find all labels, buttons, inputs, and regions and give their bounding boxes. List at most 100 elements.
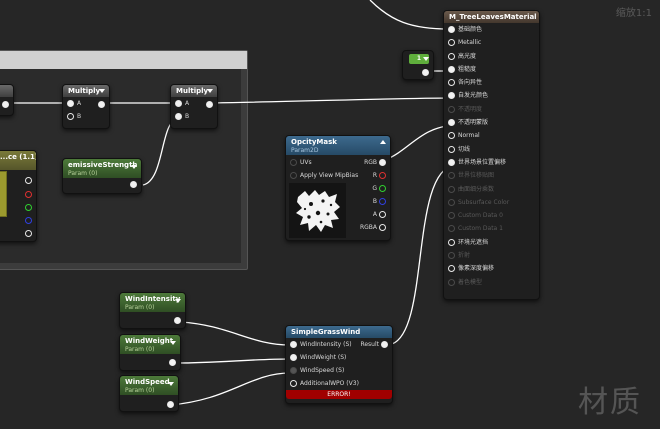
material-pin-row[interactable]: 像素深度偏移 [444, 262, 539, 275]
wind-weight-header[interactable]: WindWeight Param (0) [120, 335, 180, 354]
left-param-r-pin[interactable] [25, 191, 32, 198]
chevron-down-icon[interactable] [207, 89, 213, 93]
material-pin-row[interactable]: Custom Data 1 [444, 222, 539, 235]
wind-intensity-header[interactable]: WindIntensity Param (0) [120, 293, 185, 312]
material-input-pin[interactable] [448, 132, 455, 140]
opacity-mask-r-row[interactable]: R [340, 169, 390, 182]
multiply-node-1-out-pin[interactable] [98, 101, 105, 108]
wind-speed-out-pin[interactable] [167, 401, 174, 408]
chevron-down-icon[interactable] [423, 57, 429, 61]
opacity-mask-uvs-pin[interactable] [290, 159, 297, 166]
opacity-mask-node[interactable]: OpcityMask Param2D UVs Apply View MipBia… [285, 135, 391, 241]
emissive-strength-out-pin[interactable] [130, 181, 137, 188]
material-input-pin[interactable] [448, 92, 455, 100]
chevron-down-icon[interactable] [99, 89, 105, 93]
emissive-strength-node[interactable]: emissiveStrength Param (0) [62, 158, 142, 194]
material-pin-row[interactable]: 环境光遮挡 [444, 236, 539, 249]
wind-weight-out-pin[interactable] [169, 359, 176, 366]
material-input-pin[interactable] [448, 65, 455, 73]
opacity-mask-rgba-pin[interactable] [379, 224, 386, 231]
constant-out-pin[interactable] [422, 69, 429, 76]
material-pin-row[interactable]: 世界场景位置偏移 [444, 156, 539, 169]
material-input-pin[interactable] [448, 185, 455, 193]
left-partial-out-pin[interactable] [2, 101, 9, 108]
chevron-down-icon[interactable] [168, 382, 174, 386]
material-pin-row[interactable]: 着色模型 [444, 276, 539, 289]
material-input-pin[interactable] [448, 26, 455, 33]
opacity-mask-rgba-row[interactable]: RGBA [340, 221, 390, 234]
grass-wind-speed-row[interactable]: WindSpeed (S) [286, 364, 392, 377]
wind-speed-node[interactable]: WindSpeed Param (0) [119, 375, 179, 412]
constant-node[interactable]: 1 [402, 50, 434, 80]
material-result-node[interactable]: M_TreeLeavesMaterial 基础颜色 Metallic 高光度 粗糙度各… [443, 10, 540, 300]
material-input-pin[interactable] [448, 105, 455, 113]
opacity-mask-uvs-row[interactable]: UVs [286, 156, 312, 169]
material-input-pin[interactable] [448, 119, 455, 127]
material-pin-row[interactable]: Normal [444, 129, 539, 142]
grass-wind-wpo-row[interactable]: AdditionalWPO (V3) [286, 377, 392, 390]
material-input-pin[interactable] [448, 212, 455, 220]
material-input-pin[interactable] [448, 265, 455, 273]
chevron-up-icon[interactable] [380, 140, 386, 144]
grass-wind-wpo-pin[interactable] [290, 380, 297, 387]
multiply-node-2-header[interactable]: Multiply [171, 85, 217, 97]
multiply-node-1-pin-b[interactable] [67, 113, 74, 120]
left-partial-node[interactable] [0, 84, 14, 116]
multiply-node-1-pin-b-row[interactable]: B [63, 110, 109, 123]
opacity-mask-mipbias-pin[interactable] [290, 172, 297, 179]
opacity-mask-b-pin[interactable] [379, 198, 386, 205]
material-pin-row[interactable]: 高光度 [444, 50, 539, 63]
opacity-mask-g-pin[interactable] [379, 185, 386, 192]
material-input-pin[interactable] [448, 79, 455, 87]
opacity-mask-g-row[interactable]: G [340, 182, 390, 195]
wind-speed-header[interactable]: WindSpeed Param (0) [120, 376, 178, 395]
material-input-pin[interactable] [448, 52, 455, 60]
material-input-pin[interactable] [448, 225, 455, 233]
material-input-pin[interactable] [448, 238, 455, 246]
chevron-down-icon[interactable] [175, 299, 181, 303]
multiply-node-2-pin-b-row[interactable]: B [171, 110, 217, 123]
left-param-g-pin[interactable] [25, 204, 32, 211]
material-pin-row[interactable]: 折射 [444, 249, 539, 262]
material-input-pin[interactable] [448, 172, 455, 180]
material-result-header[interactable]: M_TreeLeavesMaterial [444, 11, 539, 23]
multiply-node-2-pin-b[interactable] [175, 113, 182, 120]
material-pin-row[interactable]: 曲面细分乘数 [444, 183, 539, 196]
left-partial-header[interactable] [0, 85, 13, 97]
material-pin-row[interactable]: 不透明度 [444, 103, 539, 116]
opacity-mask-r-pin[interactable] [379, 172, 386, 179]
material-pin-row[interactable]: 切线 [444, 143, 539, 156]
simple-grass-wind-header[interactable]: SimpleGrassWind [286, 326, 392, 338]
emissive-strength-header[interactable]: emissiveStrength Param (0) [63, 159, 141, 178]
multiply-node-1[interactable]: Multiply A B [62, 84, 110, 129]
material-input-pin[interactable] [448, 158, 455, 166]
opacity-mask-rgb-row[interactable]: RGB [340, 156, 390, 169]
grass-wind-result-row[interactable]: Result [360, 338, 392, 351]
multiply-node-1-pin-a[interactable] [67, 100, 74, 107]
material-pin-row[interactable]: 粗糙度 [444, 63, 539, 76]
grass-wind-speed-pin[interactable] [290, 367, 297, 374]
wind-weight-node[interactable]: WindWeight Param (0) [119, 334, 181, 371]
simple-grass-wind-node[interactable]: SimpleGrassWind WindIntensity (S) WindWe… [285, 325, 393, 404]
grass-wind-weight-pin[interactable] [290, 354, 297, 361]
wind-intensity-node[interactable]: WindIntensity Param (0) [119, 292, 186, 329]
material-pin-row[interactable]: Metallic [444, 36, 539, 49]
material-pin-row[interactable]: 基础颜色 [444, 23, 539, 36]
multiply-node-1-header[interactable]: Multiply [63, 85, 109, 97]
left-param-node[interactable]: ...ce (1.1) [0, 150, 37, 242]
material-input-pin[interactable] [448, 198, 455, 206]
material-pin-row[interactable]: 各向异性 [444, 76, 539, 89]
material-input-pin[interactable] [448, 278, 455, 286]
material-pin-row[interactable]: Subsurface Color [444, 196, 539, 209]
material-input-pin[interactable] [448, 145, 455, 153]
grass-wind-intensity-pin[interactable] [290, 341, 297, 348]
material-input-pin[interactable] [448, 252, 455, 260]
opacity-mask-header[interactable]: OpcityMask Param2D [286, 136, 390, 155]
left-param-b-pin[interactable] [25, 217, 32, 224]
opacity-mask-rgb-pin[interactable] [379, 159, 386, 166]
multiply-node-2-pin-a[interactable] [175, 100, 182, 107]
material-pin-row[interactable]: 自发光颜色 [444, 89, 539, 102]
material-graph-canvas[interactable]: 缩放1:1 ...ce (1.1) Multiply A B Multiply … [0, 0, 660, 429]
grass-wind-weight-row[interactable]: WindWeight (S) [286, 351, 392, 364]
opacity-mask-a-pin[interactable] [379, 211, 386, 218]
